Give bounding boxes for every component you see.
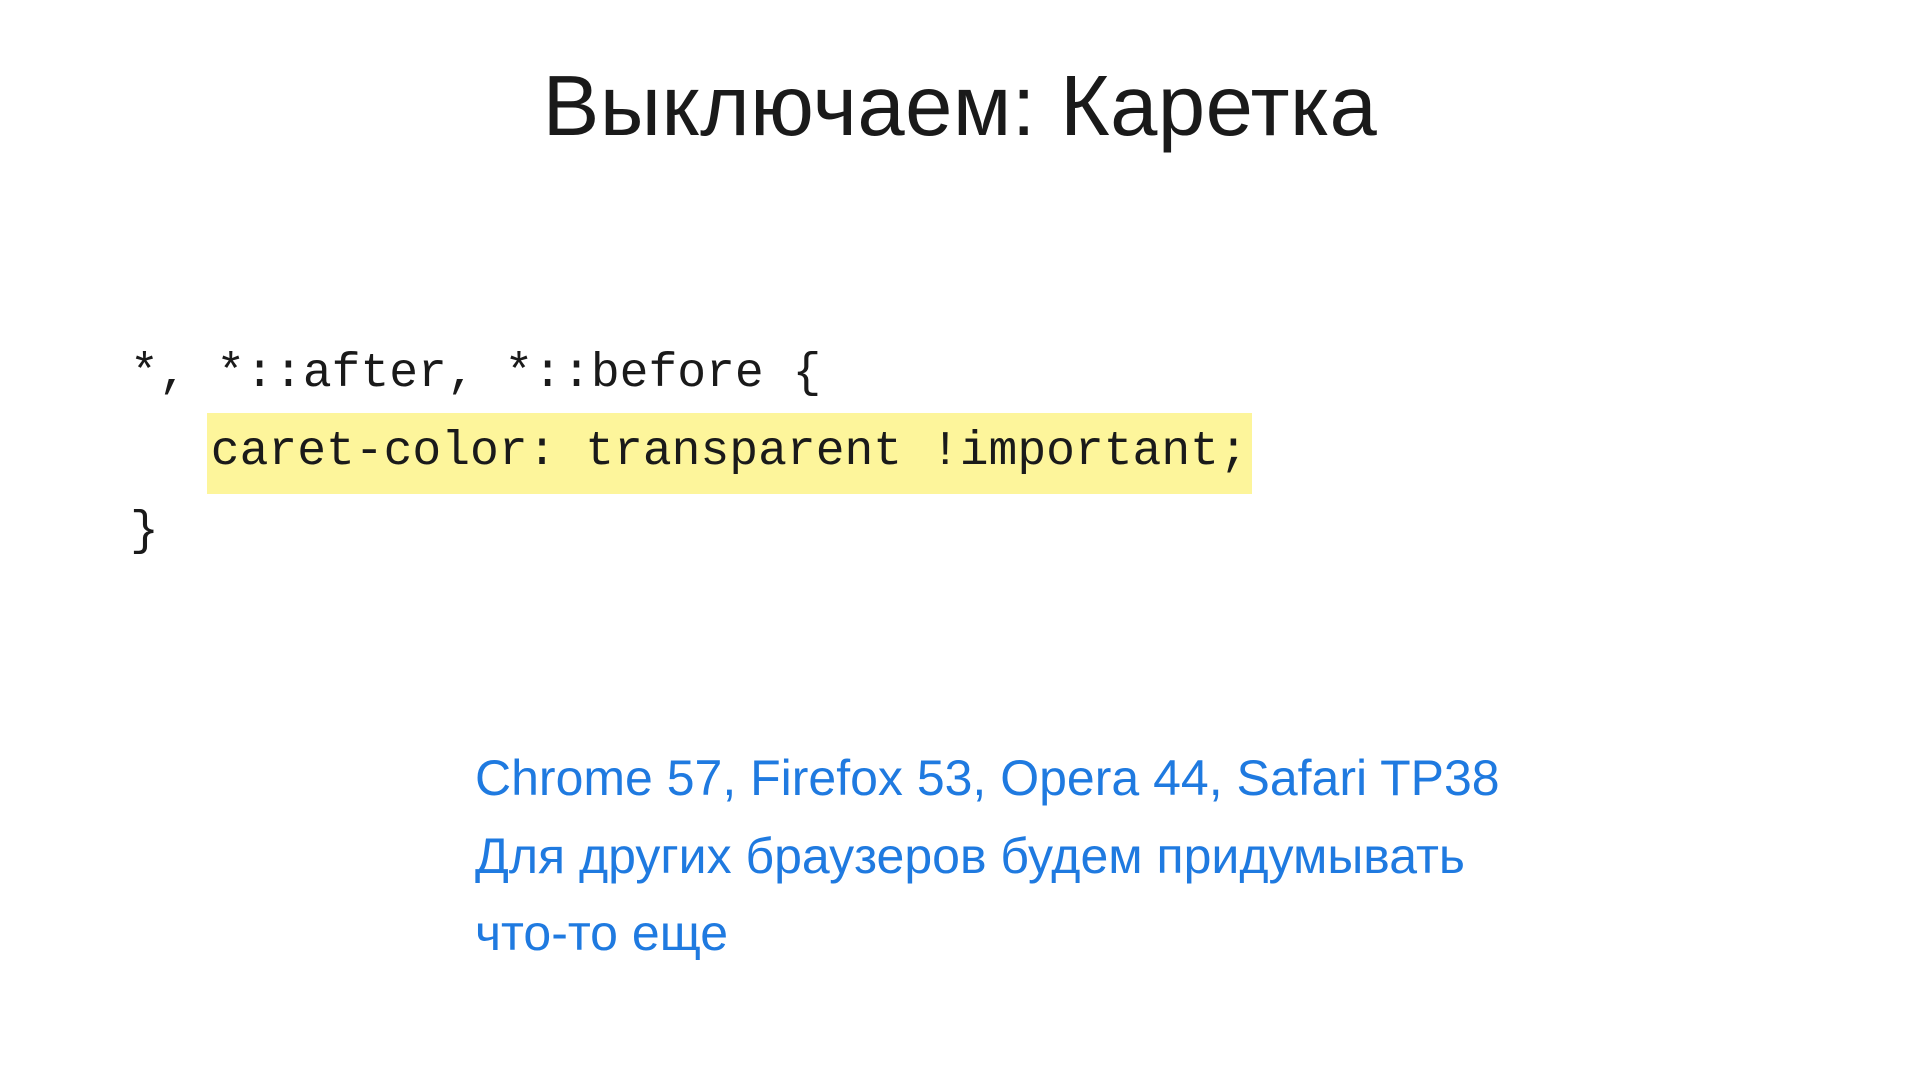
note-other-1: Для других браузеров будем придумывать: [475, 818, 1790, 896]
note-browsers: Chrome 57, Firefox 53, Opera 44, Safari …: [475, 740, 1790, 818]
slide-title: Выключаем: Каретка: [130, 58, 1790, 156]
code-highlight: caret-color: transparent !important;: [207, 413, 1252, 494]
slide: Выключаем: Каретка *, *::after, *::befor…: [0, 0, 1920, 1080]
note-other-2: что-то еще: [475, 895, 1790, 973]
code-line-close: }: [130, 494, 1790, 571]
slide-notes: Chrome 57, Firefox 53, Opera 44, Safari …: [475, 740, 1790, 973]
code-line-property: caret-color: transparent !important;: [130, 413, 1790, 494]
code-line-selector: *, *::after, *::before {: [130, 336, 1790, 413]
code-block: *, *::after, *::before { caret-color: tr…: [130, 336, 1790, 570]
